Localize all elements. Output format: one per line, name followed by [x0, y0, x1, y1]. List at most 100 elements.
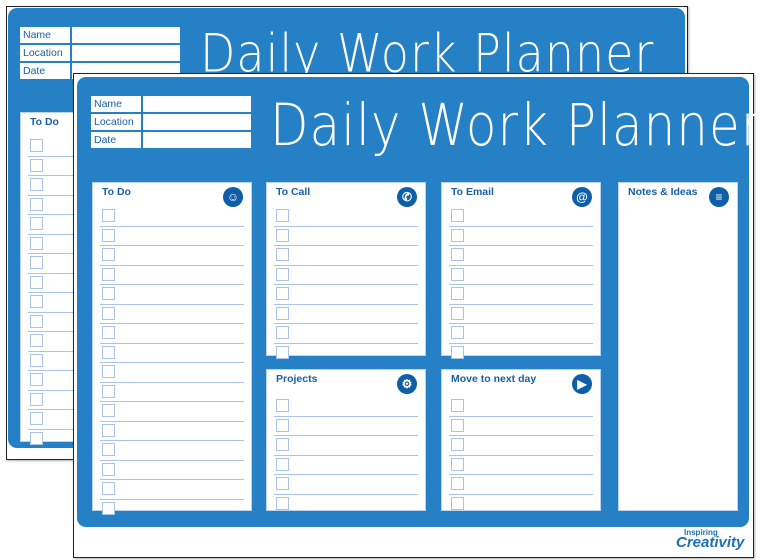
checkbox[interactable] — [102, 404, 115, 417]
checkbox[interactable] — [30, 197, 43, 211]
checklist-row[interactable] — [100, 402, 244, 422]
checkbox[interactable] — [102, 267, 115, 281]
checklist-row[interactable] — [449, 495, 593, 515]
checklist-row[interactable] — [449, 266, 593, 285]
checklist-row[interactable] — [449, 344, 593, 364]
checklist-row[interactable] — [449, 285, 593, 305]
checkbox[interactable] — [102, 228, 115, 242]
checklist-row[interactable] — [274, 285, 418, 305]
checkbox[interactable] — [451, 457, 464, 471]
checklist-row[interactable] — [274, 456, 418, 475]
checkbox[interactable] — [30, 158, 43, 172]
checkbox[interactable] — [30, 217, 43, 230]
checkbox[interactable] — [102, 482, 115, 495]
checkbox[interactable] — [102, 287, 115, 300]
back-name-field[interactable] — [70, 25, 182, 45]
checkbox[interactable] — [276, 326, 289, 339]
checklist-row[interactable] — [100, 500, 244, 520]
checkbox[interactable] — [30, 178, 43, 191]
checkbox[interactable] — [451, 267, 464, 281]
checklist-row[interactable] — [449, 417, 593, 436]
checklist-row[interactable] — [449, 305, 593, 324]
checklist-row[interactable] — [274, 266, 418, 285]
checkbox[interactable] — [276, 418, 289, 432]
checkbox[interactable] — [102, 306, 115, 320]
checkbox[interactable] — [30, 314, 43, 328]
checkbox[interactable] — [102, 423, 115, 437]
notes-panel[interactable]: Notes & Ideas ≡ — [618, 182, 738, 511]
checkbox[interactable] — [451, 477, 464, 490]
checklist-row[interactable] — [449, 475, 593, 495]
checkbox[interactable] — [276, 477, 289, 490]
checkbox[interactable] — [451, 496, 464, 510]
checkbox[interactable] — [276, 228, 289, 242]
checkbox[interactable] — [451, 438, 464, 451]
checkbox[interactable] — [451, 345, 464, 359]
checklist-row[interactable] — [274, 324, 418, 344]
back-location-field[interactable] — [70, 43, 182, 63]
checkbox[interactable] — [276, 399, 289, 412]
checklist-row[interactable] — [449, 324, 593, 344]
checkbox[interactable] — [276, 496, 289, 510]
checklist-row[interactable] — [449, 246, 593, 266]
checklist-row[interactable] — [100, 422, 244, 441]
checkbox[interactable] — [451, 209, 464, 222]
checklist-row[interactable] — [274, 495, 418, 515]
checkbox[interactable] — [451, 399, 464, 412]
checklist-row[interactable] — [449, 207, 593, 227]
checkbox[interactable] — [102, 384, 115, 398]
checklist-row[interactable] — [274, 344, 418, 364]
checklist-row[interactable] — [274, 397, 418, 417]
checkbox[interactable] — [276, 248, 289, 261]
checkbox[interactable] — [30, 334, 43, 347]
checkbox[interactable] — [276, 438, 289, 451]
checkbox[interactable] — [30, 295, 43, 308]
checkbox[interactable] — [30, 373, 43, 386]
checklist-row[interactable] — [100, 246, 244, 266]
checklist-row[interactable] — [274, 305, 418, 324]
checklist-row[interactable] — [100, 344, 244, 363]
checklist-row[interactable] — [100, 305, 244, 324]
checklist-row[interactable] — [100, 363, 244, 383]
location-field[interactable] — [141, 112, 253, 132]
checklist-row[interactable] — [449, 397, 593, 417]
checkbox[interactable] — [30, 412, 43, 425]
checklist-row[interactable] — [100, 383, 244, 402]
checkbox[interactable] — [451, 287, 464, 300]
checkbox[interactable] — [102, 443, 115, 456]
checkbox[interactable] — [276, 287, 289, 300]
checkbox[interactable] — [276, 267, 289, 281]
checkbox[interactable] — [102, 365, 115, 378]
checkbox[interactable] — [102, 345, 115, 359]
checkbox[interactable] — [102, 248, 115, 261]
checklist-row[interactable] — [274, 246, 418, 266]
date-field[interactable] — [141, 130, 253, 150]
checkbox[interactable] — [30, 431, 43, 445]
checkbox[interactable] — [451, 228, 464, 242]
checkbox[interactable] — [102, 501, 115, 515]
checklist-row[interactable] — [100, 480, 244, 500]
checkbox[interactable] — [276, 209, 289, 222]
checkbox[interactable] — [30, 275, 43, 289]
checklist-row[interactable] — [274, 207, 418, 227]
checklist-row[interactable] — [100, 461, 244, 480]
checkbox[interactable] — [30, 392, 43, 406]
checkbox[interactable] — [30, 256, 43, 269]
checkbox[interactable] — [451, 248, 464, 261]
checklist-row[interactable] — [274, 475, 418, 495]
checkbox[interactable] — [451, 326, 464, 339]
checklist-row[interactable] — [100, 266, 244, 285]
checklist-row[interactable] — [274, 227, 418, 246]
checkbox[interactable] — [30, 353, 43, 367]
checkbox[interactable] — [102, 326, 115, 339]
checklist-row[interactable] — [274, 436, 418, 456]
checklist-row[interactable] — [274, 417, 418, 436]
checklist-row[interactable] — [449, 456, 593, 475]
checklist-row[interactable] — [100, 441, 244, 461]
checkbox[interactable] — [451, 418, 464, 432]
checkbox[interactable] — [276, 306, 289, 320]
checkbox[interactable] — [102, 462, 115, 476]
checklist-row[interactable] — [449, 436, 593, 456]
checklist-row[interactable] — [100, 324, 244, 344]
checkbox[interactable] — [276, 457, 289, 471]
